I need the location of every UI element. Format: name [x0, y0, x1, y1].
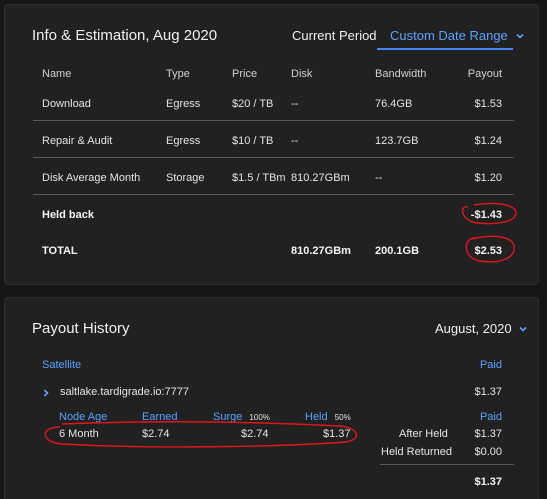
held-percent: 50%	[334, 413, 351, 422]
surge-value: $2.74	[241, 428, 269, 440]
surge-percent: 100%	[249, 413, 270, 422]
row-price: $10 / TB	[232, 135, 274, 147]
col-header-bandwidth: Bandwidth	[375, 68, 427, 80]
row-type: Storage	[166, 172, 205, 184]
row-payout: $1.24	[474, 135, 502, 147]
held-back-label: Held back	[42, 209, 94, 221]
detail-paid-header: Paid	[479, 411, 502, 423]
total-payout: $2.53	[474, 245, 502, 257]
row-name: Download	[42, 98, 91, 110]
row-price: $1.5 / TBm	[232, 172, 286, 184]
chevron-right-icon[interactable]	[41, 388, 51, 398]
row-divider	[33, 157, 514, 158]
col-header-payout: Payout	[467, 68, 502, 80]
payout-history-title: Payout History	[32, 320, 130, 337]
chevron-down-icon	[519, 326, 527, 332]
row-payout: $1.20	[474, 172, 502, 184]
row-bandwidth: 76.4GB	[375, 98, 413, 110]
held-returned-value: $0.00	[474, 446, 502, 458]
row-disk: --	[291, 135, 299, 147]
held-header: Held 50%	[305, 411, 351, 423]
row-type: Egress	[166, 98, 201, 110]
custom-date-range-label: Custom Date Range	[390, 28, 508, 43]
total-paid-value: $1.37	[474, 476, 502, 488]
total-disk: 810.27GBm	[291, 245, 351, 257]
col-header-disk: Disk	[291, 68, 313, 80]
current-period-button[interactable]: Current Period	[292, 28, 377, 43]
total-bandwidth: 200.1GB	[375, 245, 420, 257]
col-header-price: Price	[232, 68, 258, 80]
earned-value: $2.74	[142, 428, 170, 440]
row-name: Repair & Audit	[42, 135, 113, 147]
row-bandwidth: --	[375, 172, 383, 184]
earned-header: Earned	[142, 411, 178, 423]
page: Info & Estimation, Aug 2020 Current Peri…	[0, 0, 547, 499]
held-returned-label: Held Returned	[381, 446, 452, 458]
row-name: Disk Average Month	[42, 172, 141, 184]
held-value: $1.37	[323, 428, 351, 440]
node-age-header: Node Age	[59, 411, 108, 423]
held-header-label: Held	[305, 411, 328, 423]
month-selector-dropdown[interactable]: August, 2020	[435, 321, 528, 336]
satellite-header: Satellite	[42, 359, 82, 371]
row-type: Egress	[166, 135, 201, 147]
info-estimation-title: Info & Estimation, Aug 2020	[32, 27, 218, 44]
chevron-down-icon	[516, 33, 524, 39]
total-label: TOTAL	[42, 245, 78, 257]
row-bandwidth: 123.7GB	[375, 135, 419, 147]
after-held-value: $1.37	[474, 428, 502, 440]
custom-date-range-active-indicator	[377, 48, 513, 50]
row-disk: 810.27GBm	[291, 172, 350, 184]
held-back-payout: -$1.43	[470, 209, 502, 221]
surge-header-label: Surge	[213, 411, 243, 423]
node-age-value: 6 Month	[59, 428, 99, 440]
summary-divider	[380, 464, 514, 465]
col-header-type: Type	[166, 68, 190, 80]
paid-header: Paid	[479, 359, 502, 371]
payout-history-card: Payout History August, 2020 Satellite Pa…	[4, 297, 539, 499]
row-payout: $1.53	[474, 98, 502, 110]
custom-date-range-button[interactable]: Custom Date Range	[390, 28, 525, 43]
month-selector-label: August, 2020	[435, 321, 512, 336]
row-divider	[33, 120, 514, 121]
row-price: $20 / TB	[232, 98, 274, 110]
row-disk: --	[291, 98, 299, 110]
info-estimation-card: Info & Estimation, Aug 2020 Current Peri…	[4, 4, 539, 285]
row-divider	[33, 194, 514, 195]
col-header-name: Name	[42, 68, 72, 80]
satellite-name: saltlake.tardigrade.io:7777	[60, 386, 190, 398]
satellite-paid: $1.37	[474, 386, 502, 398]
after-held-label: After Held	[399, 428, 448, 440]
surge-header: Surge 100%	[213, 411, 270, 423]
